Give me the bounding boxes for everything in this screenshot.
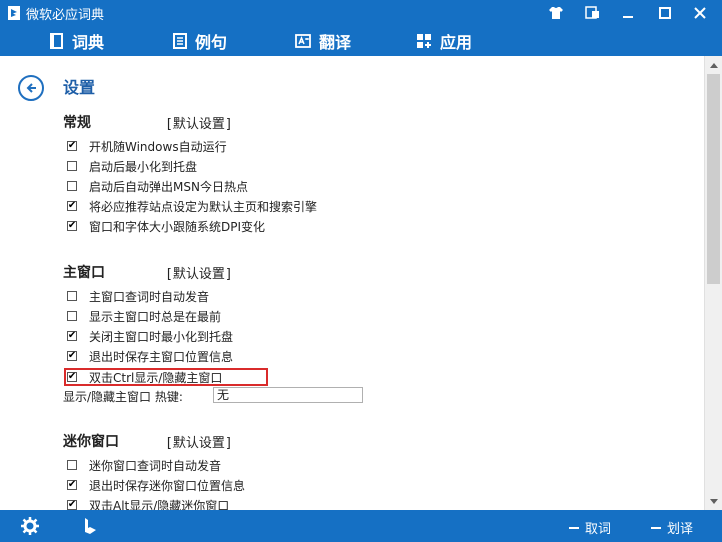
settings-gear-icon[interactable] <box>20 516 40 536</box>
dictionary-book-icon <box>50 33 63 49</box>
checkbox[interactable]: ✔ <box>67 221 77 231</box>
option-auto-pronounce-mini[interactable]: 迷你窗口查词时自动发音 <box>67 456 221 474</box>
checkbox[interactable] <box>67 311 77 321</box>
sentences-doc-icon <box>173 33 187 49</box>
option-label: 显示主窗口时总是在最前 <box>89 309 222 324</box>
section-title-main-window: 主窗口 <box>63 265 105 281</box>
option-follow-system-dpi[interactable]: ✔ 窗口和字体大小跟随系统DPI变化 <box>67 217 265 235</box>
scroll-up-arrow-icon[interactable] <box>705 56 722 73</box>
checkbox[interactable]: ✔ <box>67 201 77 211</box>
checkbox[interactable]: ✔ <box>67 331 77 341</box>
option-auto-pronounce-main[interactable]: 主窗口查词时自动发音 <box>67 287 209 305</box>
hotkey-input[interactable]: 无 <box>213 387 363 403</box>
checkbox[interactable] <box>67 460 77 470</box>
title-bar: 微软必应词典 <box>0 0 722 26</box>
lookup-toggle[interactable]: 取词 <box>569 518 611 537</box>
skin-shirt-icon[interactable] <box>540 0 572 26</box>
checkbox[interactable]: ✔ <box>67 500 77 510</box>
option-close-minimize-to-tray[interactable]: ✔ 关闭主窗口时最小化到托盘 <box>67 327 233 345</box>
nav-tab-sentences[interactable]: 例句 <box>173 30 227 52</box>
hotkey-label: 显示/隐藏主窗口 热键: <box>63 390 183 404</box>
minimize-button[interactable] <box>612 0 644 26</box>
close-button[interactable] <box>684 0 716 26</box>
restore-defaults-mini-window[interactable]: [默认设置] <box>165 432 233 451</box>
option-label: 退出时保存迷你窗口位置信息 <box>89 478 246 493</box>
option-minimize-to-tray-on-start[interactable]: 启动后最小化到托盘 <box>67 157 197 175</box>
settings-panel: 设置 常规 [默认设置] ✔ 开机随Windows自动运行 启动后最小化到托盘 … <box>0 56 704 510</box>
checkbox[interactable] <box>67 181 77 191</box>
translate-toggle[interactable]: 划译 <box>651 518 693 537</box>
restore-defaults-main-window[interactable]: [默认设置] <box>165 263 233 282</box>
option-label: 退出时保存主窗口位置信息 <box>89 349 234 364</box>
scrollbar-thumb[interactable] <box>707 74 720 284</box>
maximize-button[interactable] <box>649 0 681 26</box>
option-save-mini-position[interactable]: ✔ 退出时保存迷你窗口位置信息 <box>67 476 245 494</box>
section-title-mini-window: 迷你窗口 <box>63 434 119 450</box>
main-nav: 词典 例句 翻译 应用 <box>0 26 722 56</box>
checkbox[interactable] <box>67 161 77 171</box>
nav-tab-dictionary[interactable]: 词典 <box>50 30 104 52</box>
option-save-main-position[interactable]: ✔ 退出时保存主窗口位置信息 <box>67 347 233 365</box>
page-title: 设置 <box>63 78 96 97</box>
checkbox[interactable]: ✔ <box>67 141 77 151</box>
nav-tab-label: 应用 <box>440 33 473 52</box>
restore-defaults-general[interactable]: [默认设置] <box>165 113 233 132</box>
option-label: 主窗口查词时自动发音 <box>89 289 210 304</box>
app-title: 微软必应词典 <box>26 8 105 23</box>
nav-tab-label: 翻译 <box>319 33 352 52</box>
nav-tab-label: 词典 <box>72 33 105 52</box>
back-button[interactable] <box>18 75 44 101</box>
translate-icon <box>295 34 311 48</box>
section-title-general: 常规 <box>63 115 91 131</box>
apps-grid-icon <box>417 34 431 48</box>
nav-tab-apps[interactable]: 应用 <box>416 30 472 52</box>
nav-tab-label: 例句 <box>195 33 228 52</box>
option-label: 关闭主窗口时最小化到托盘 <box>89 329 234 344</box>
option-set-bing-homepage[interactable]: ✔ 将必应推荐站点设定为默认主页和搜索引擎 <box>67 197 317 215</box>
translate-label: 划译 <box>667 522 694 537</box>
arrow-left-icon <box>26 83 36 93</box>
option-label: 启动后最小化到托盘 <box>89 159 198 174</box>
bing-logo-icon[interactable] <box>80 516 100 536</box>
option-label: 将必应推荐站点设定为默认主页和搜索引擎 <box>89 199 318 214</box>
checkbox[interactable]: ✔ <box>67 351 77 361</box>
option-label: 启动后自动弹出MSN今日热点 <box>89 179 248 194</box>
option-main-always-on-top[interactable]: 显示主窗口时总是在最前 <box>67 307 221 325</box>
dash-icon <box>651 526 661 529</box>
bing-dictionary-logo-icon <box>8 6 20 20</box>
option-label: 窗口和字体大小跟随系统DPI变化 <box>89 219 266 234</box>
bottom-bar: 取词 划译 <box>0 510 722 542</box>
scroll-down-arrow-icon[interactable] <box>705 493 722 510</box>
option-label: 双击Alt显示/隐藏迷你窗口 <box>89 498 230 511</box>
lookup-label: 取词 <box>585 522 612 537</box>
checkbox[interactable]: ✔ <box>67 480 77 490</box>
nav-tab-translate[interactable]: 翻译 <box>295 30 351 52</box>
vertical-scrollbar[interactable] <box>704 56 722 510</box>
highlight-box <box>64 368 268 386</box>
option-double-alt-toggle[interactable]: ✔ 双击Alt显示/隐藏迷你窗口 <box>67 496 229 510</box>
option-msn-hot-popup[interactable]: 启动后自动弹出MSN今日热点 <box>67 177 248 195</box>
dash-icon <box>569 526 579 529</box>
option-run-at-startup[interactable]: ✔ 开机随Windows自动运行 <box>67 137 227 155</box>
mini-mode-icon[interactable] <box>577 0 609 26</box>
option-label: 开机随Windows自动运行 <box>89 139 227 154</box>
option-label: 迷你窗口查词时自动发音 <box>89 458 222 473</box>
checkbox[interactable] <box>67 291 77 301</box>
